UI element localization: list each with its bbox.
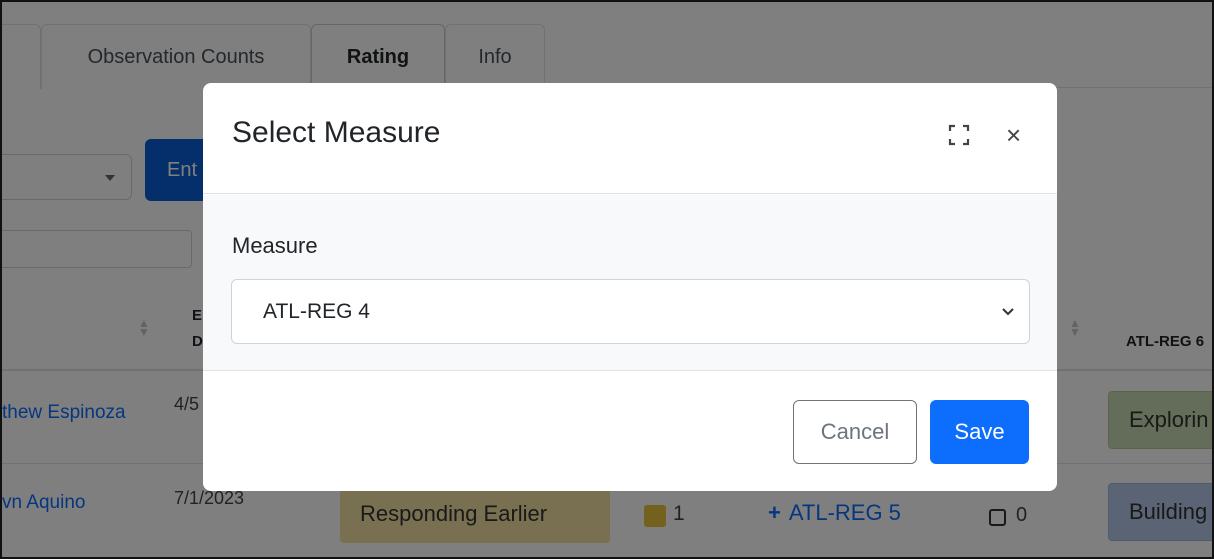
chevron-down-icon (1002, 308, 1014, 316)
modal-header: Select Measure × (203, 83, 1057, 194)
select-measure-dialog: Select Measure × Measure ATL-REG 4 Cance… (203, 83, 1057, 491)
app-frame: Observation Counts Rating Info Ent ▲▼ E … (0, 0, 1214, 559)
measure-select[interactable]: ATL-REG 4 (231, 279, 1030, 344)
modal-footer: Cancel Save (203, 372, 1057, 491)
measure-label: Measure (232, 233, 318, 258)
modal-title: Select Measure (232, 116, 441, 149)
cancel-button[interactable]: Cancel (793, 400, 917, 464)
close-icon[interactable]: × (1006, 120, 1021, 150)
expand-icon[interactable] (948, 124, 970, 146)
save-button[interactable]: Save (930, 400, 1029, 464)
measure-select-value: ATL-REG 4 (263, 300, 370, 323)
modal-body: Measure ATL-REG 4 (203, 195, 1057, 371)
